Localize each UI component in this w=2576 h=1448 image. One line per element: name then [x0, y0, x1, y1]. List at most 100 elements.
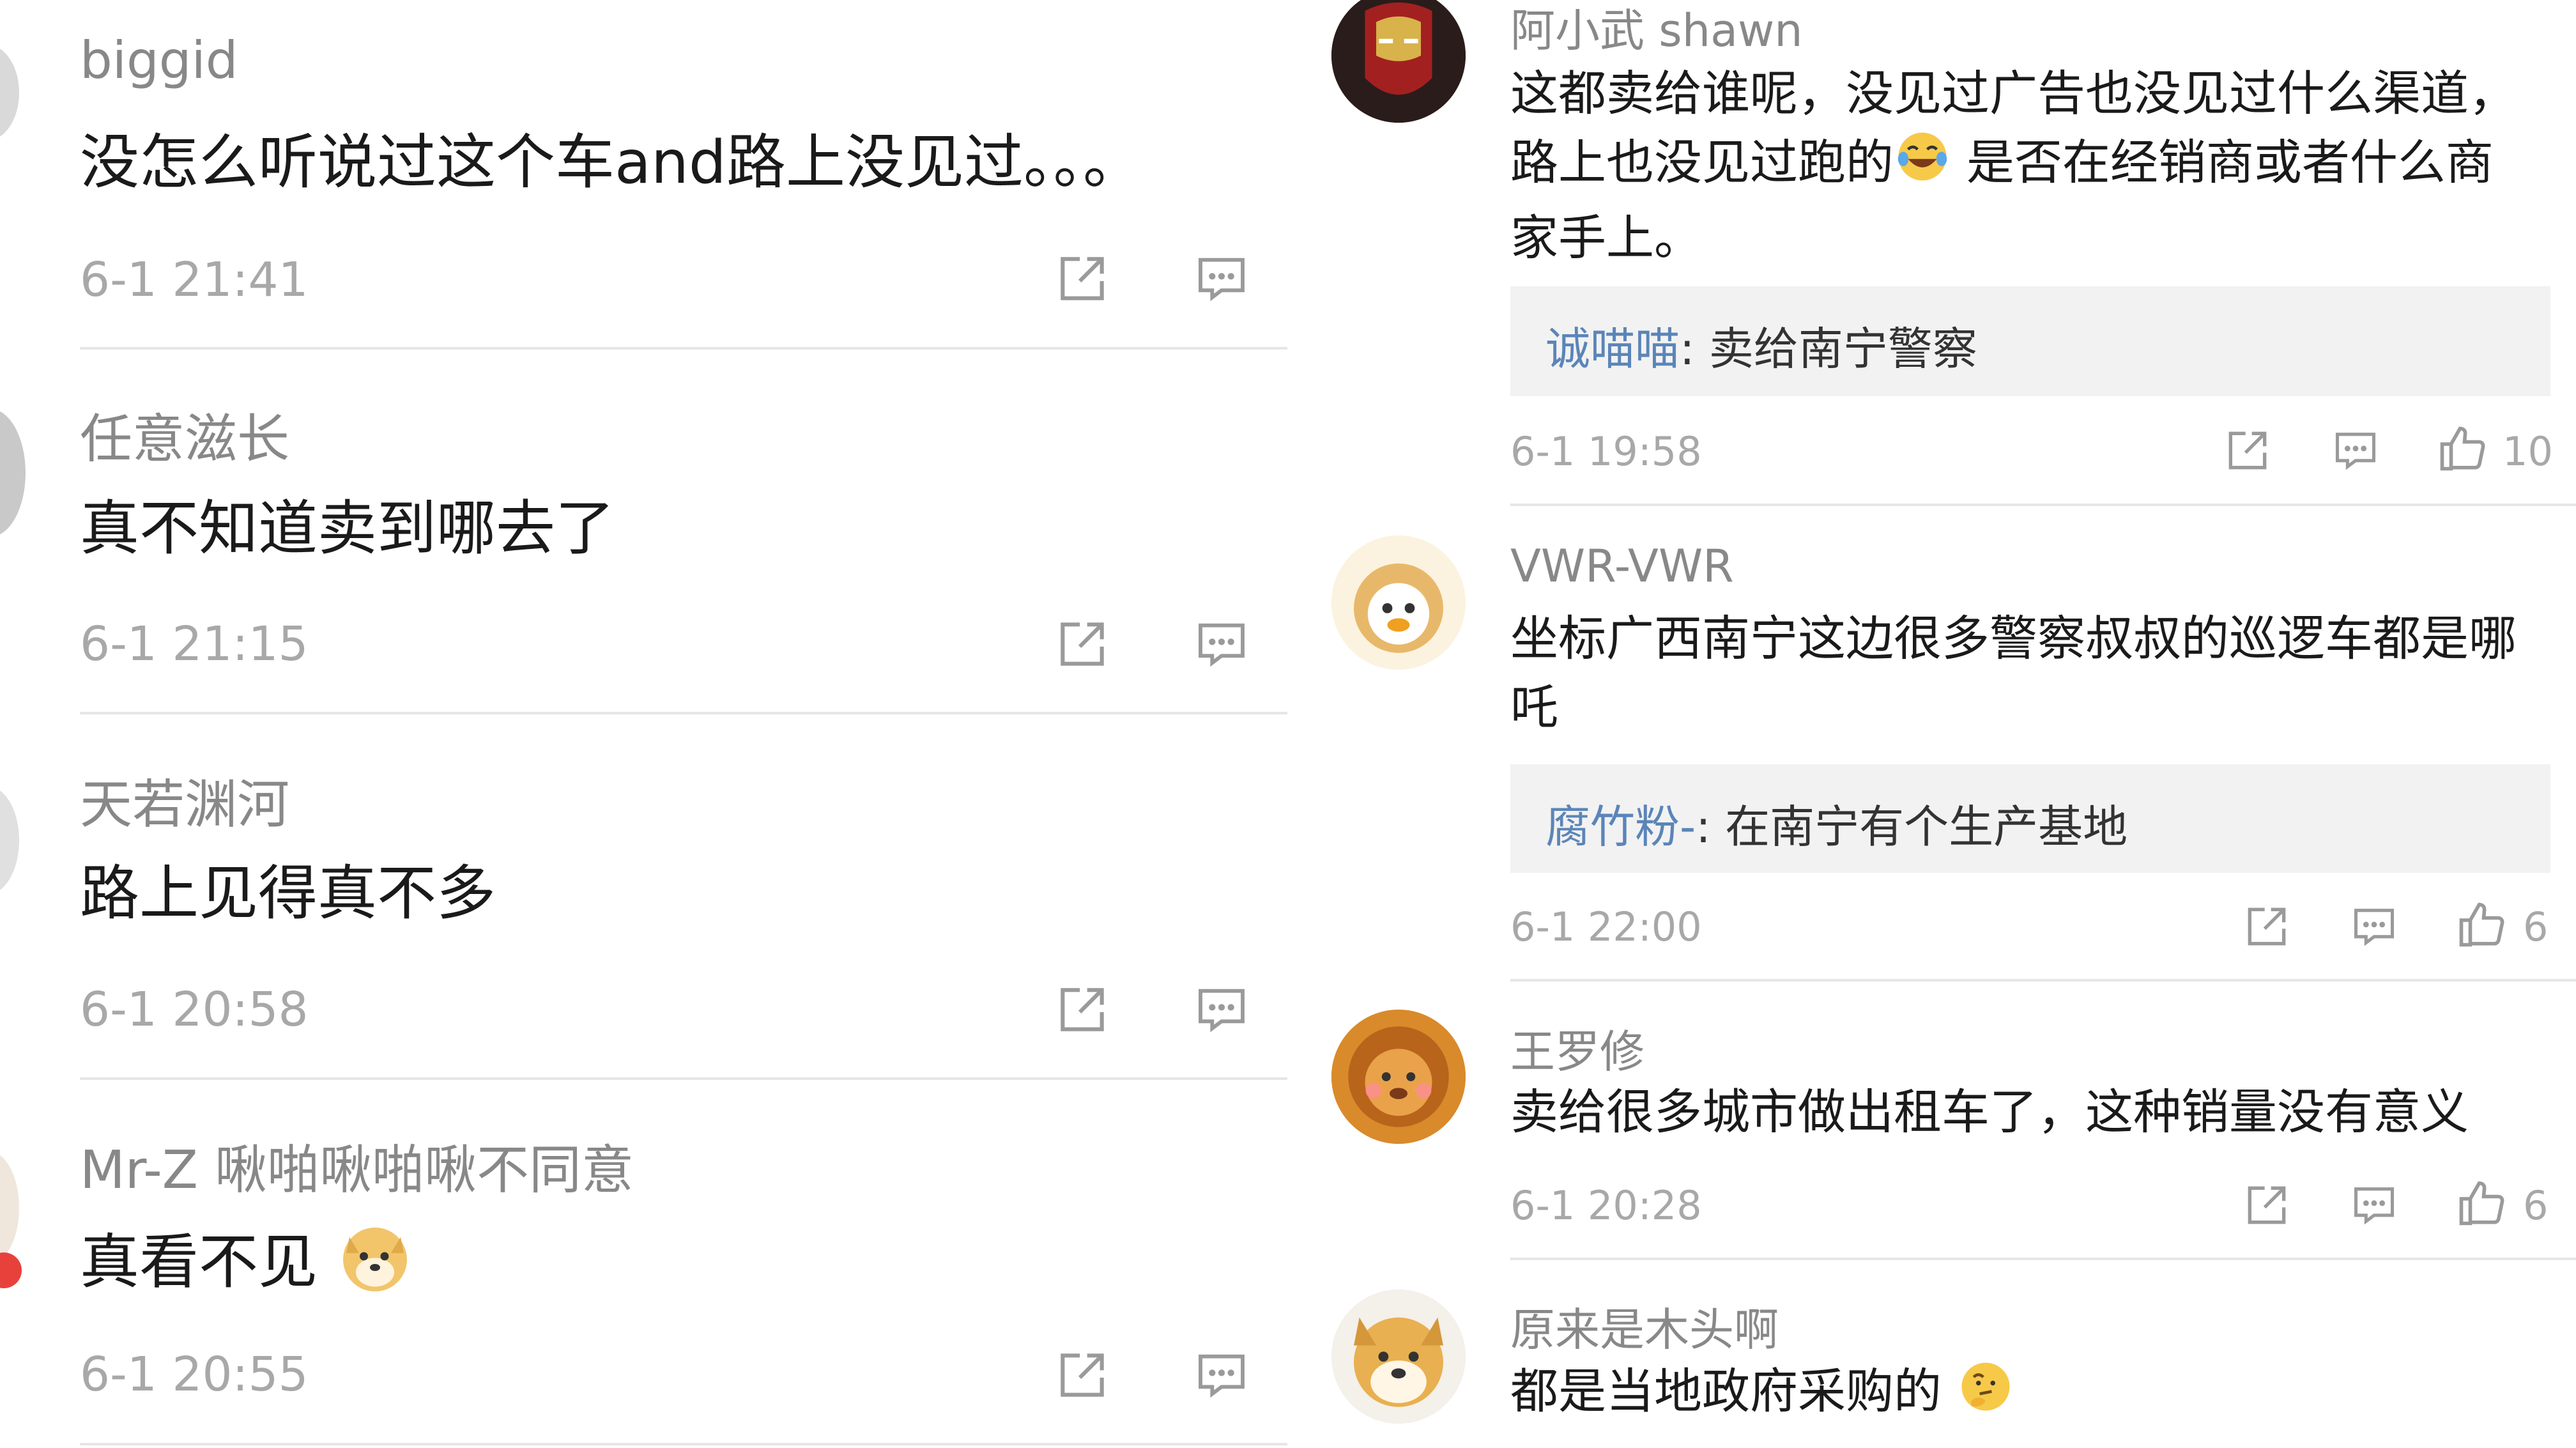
reply-button[interactable] [1192, 1347, 1251, 1403]
comment-text-line: 这都卖给谁呢，没见过广告也没见过什么渠道， [1510, 65, 2517, 121]
like-button[interactable] [2435, 422, 2489, 475]
reply-username[interactable]: 腐竹粉- [1545, 801, 1696, 853]
like-count: 6 [2523, 1182, 2549, 1229]
comment-text: 真不知道卖到哪去了 [80, 494, 615, 563]
comment-icon [2335, 433, 2376, 470]
share-button[interactable] [2222, 425, 2273, 476]
comment-text-line: 家手上。 [1510, 210, 1703, 266]
comment-username[interactable]: Mr-Z 啾啪啾啪啾不同意 [80, 1127, 634, 1203]
share-icon [2248, 907, 2286, 946]
comment-icon [1199, 989, 1245, 1033]
reply-button[interactable] [2349, 1181, 2400, 1229]
comment-text: 路上见得真不多 [80, 859, 496, 928]
lion-cartoon-avatar-icon [1331, 535, 1466, 670]
divider [1510, 979, 2576, 982]
comment-text-segment: 路上也没见过跑的 [1510, 134, 1894, 190]
share-icon [2248, 1186, 2286, 1224]
comment-time: 6-1 20:58 [80, 982, 309, 1037]
avatar[interactable] [0, 1150, 19, 1265]
divider [80, 1443, 1287, 1445]
share-button[interactable] [1053, 249, 1112, 308]
divider [80, 1077, 1287, 1080]
reply-preview[interactable]: 腐竹粉-: 在南宁有个生产基地 [1510, 764, 2550, 873]
like-button[interactable] [2455, 1176, 2508, 1230]
comment-text: 卖给很多城市做出租车了，这种销量没有意义 [1510, 1084, 2469, 1140]
comment-username[interactable]: 天若渊河 [80, 762, 289, 838]
right-comment-panel: 阿小武 shawn 这都卖给谁呢，没见过广告也没见过什么渠道， 路上也没见过跑的… [1317, 0, 2576, 1448]
reply-text: : 在南宁有个生产基地 [1696, 801, 2128, 853]
avatar[interactable] [0, 409, 26, 537]
comment-username[interactable]: 阿小武 shawn [1510, 0, 1803, 59]
left-comment-panel: biggid 没怎么听说过这个车and路上没见过。。。 6-1 21:41 任意… [0, 0, 1317, 1448]
like-icon [2440, 426, 2485, 471]
share-icon [1061, 257, 1104, 300]
share-button[interactable] [1053, 980, 1112, 1039]
comment-icon [1199, 1354, 1245, 1398]
avatar[interactable] [0, 45, 19, 141]
divider [1510, 504, 2576, 506]
comment-time: 6-1 22:00 [1510, 904, 1702, 950]
reply-button[interactable] [1192, 250, 1251, 307]
avatar[interactable] [1331, 1290, 1466, 1424]
comment-icon [2354, 1187, 2395, 1225]
avatar[interactable] [1331, 535, 1466, 670]
share-icon [2228, 431, 2267, 470]
comment-text: 都是当地政府采购的 [1510, 1358, 2014, 1431]
doge-avatar-icon [1331, 1290, 1466, 1424]
share-button[interactable] [2241, 901, 2292, 952]
comment-username[interactable]: 王罗修 [1510, 1016, 1644, 1081]
lion-face-avatar-icon [1331, 1010, 1466, 1144]
share-icon [1061, 1353, 1104, 1397]
comment-icon [2354, 909, 2395, 946]
comment-icon [1199, 258, 1245, 302]
reply-button[interactable] [2330, 426, 2381, 475]
comment-time: 6-1 20:28 [1510, 1182, 1702, 1229]
like-button[interactable] [2455, 898, 2508, 951]
doge-emoji [337, 1218, 413, 1315]
divider [80, 347, 1287, 350]
comment-time: 6-1 21:15 [80, 617, 309, 672]
comment-username[interactable]: VWR-VWR [1510, 540, 1734, 592]
comment-username[interactable]: 原来是木头啊 [1510, 1294, 1779, 1359]
comment-text-line: 坐标广西南宁这边很多警察叔叔的巡逻车都是哪 [1510, 610, 2517, 666]
like-count: 6 [2523, 904, 2549, 950]
avatar[interactable] [1331, 0, 1466, 123]
reply-preview[interactable]: 诚喵喵: 卖给南宁警察 [1510, 286, 2550, 396]
comment-text: 真看不见 [80, 1218, 413, 1315]
share-button[interactable] [1053, 615, 1112, 674]
reply-button[interactable] [2349, 902, 2400, 951]
comment-text-line: 吒 [1510, 679, 1559, 736]
like-icon [2459, 902, 2504, 947]
thinking-emoji [1957, 1358, 2014, 1431]
comment-icon [1199, 623, 1245, 667]
comment-time: 6-1 20:55 [80, 1347, 309, 1402]
like-icon [2459, 1181, 2504, 1226]
comment-time: 6-1 19:58 [1510, 428, 1702, 475]
avatar[interactable] [1331, 1010, 1466, 1144]
crying-laugh-emoji [1894, 128, 1951, 203]
share-button[interactable] [2241, 1180, 2292, 1231]
comment-text-segment: 是否在经销商或者什么商 [1951, 134, 2494, 190]
comment-text-label: 都是当地政府采购的 [1510, 1363, 1942, 1420]
comment-text-line: 路上也没见过跑的 是否在经销商或者什么商 [1510, 128, 2558, 203]
comment-username[interactable]: biggid [80, 31, 238, 90]
reply-username[interactable]: 诚喵喵 [1545, 323, 1680, 375]
avatar[interactable] [0, 786, 19, 895]
divider [1510, 1258, 2576, 1260]
share-icon [1061, 988, 1104, 1031]
badge-icon [0, 1252, 22, 1288]
comment-text: 没怎么听说过这个车and路上没见过。。。 [80, 128, 1142, 197]
iron-man-avatar-icon [1331, 0, 1466, 123]
share-button[interactable] [1053, 1346, 1112, 1405]
reply-button[interactable] [1192, 982, 1251, 1038]
comment-time: 6-1 21:41 [80, 252, 309, 307]
comment-username[interactable]: 任意滋长 [80, 396, 289, 472]
reply-text: : 卖给南宁警察 [1680, 323, 1977, 375]
comment-text: 这都卖给谁呢，没见过广告也没见过什么渠道， 路上也没见过跑的 是否在经销商或者什… [1510, 59, 2558, 272]
comment-text: 坐标广西南宁这边很多警察叔叔的巡逻车都是哪 吒 [1510, 604, 2558, 742]
reply-button[interactable] [1192, 616, 1251, 672]
divider [80, 712, 1287, 714]
share-icon [1061, 622, 1104, 666]
comment-text-label: 真看不见 [80, 1228, 318, 1297]
like-count: 10 [2503, 428, 2553, 475]
